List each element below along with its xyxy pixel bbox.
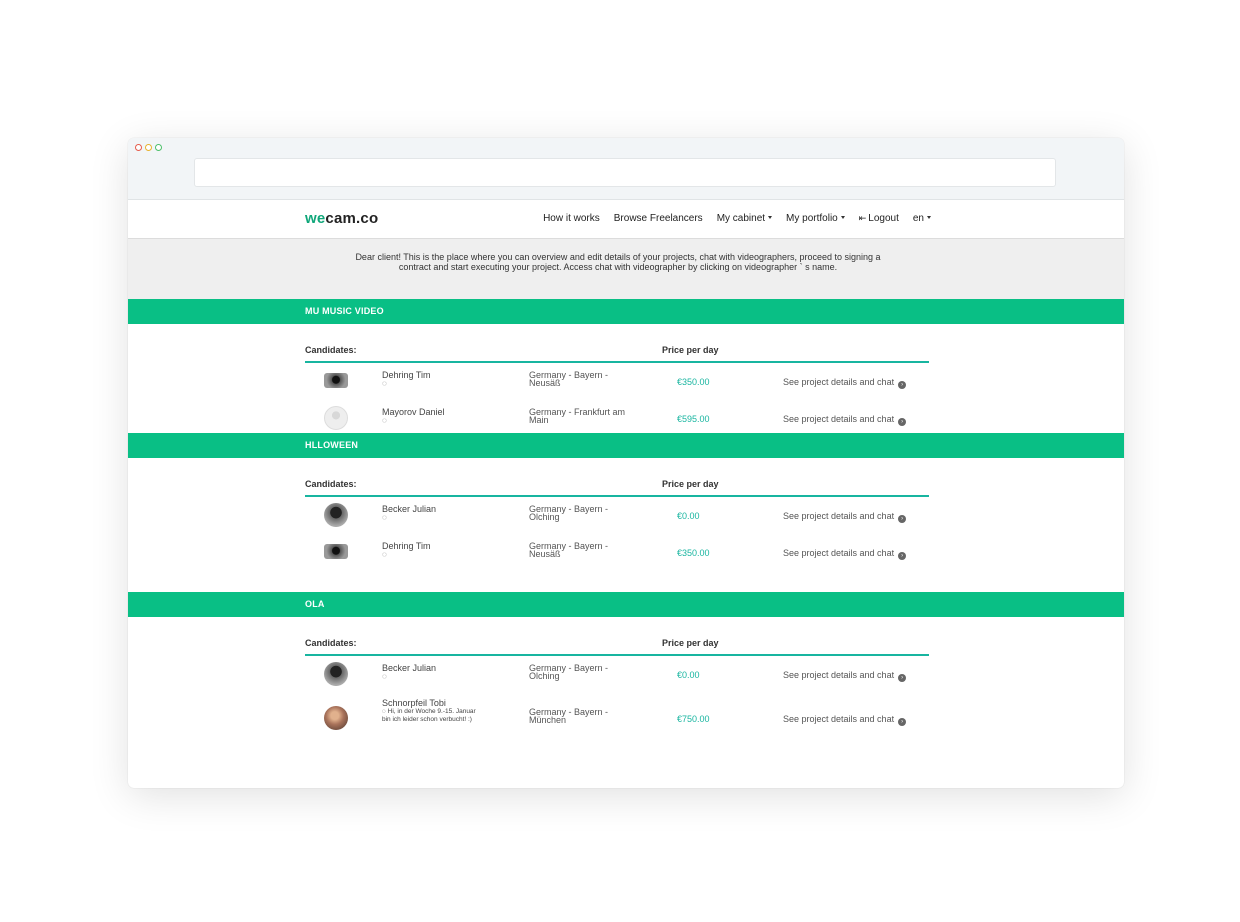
avatar[interactable] [324, 373, 348, 388]
project-title: OLA [128, 592, 1124, 617]
candidate-name[interactable]: Schnorpfeil Tobi ◌ Hi, in der Woche 9.-15… [382, 698, 502, 724]
details-link[interactable]: See project details and chat › [783, 670, 907, 682]
candidates-table: Candidates: Price per day Becker Julian ◌… [128, 458, 1124, 592]
chevron-down-icon [768, 216, 773, 219]
details-link[interactable]: See project details and chat › [783, 714, 907, 726]
table-row: Dehring Tim ◌ Germany - Bayern - Neusäß €… [305, 364, 929, 398]
candidate-location: Germany - Frankfurt am Main [529, 407, 626, 425]
header-candidates: Candidates: [305, 479, 357, 489]
candidate-price: €350.00 [677, 548, 710, 558]
chat-icon[interactable]: ◌ [382, 514, 502, 522]
table-header: Candidates: Price per day [305, 345, 929, 363]
browser-chrome [128, 138, 1124, 200]
project-section: HLLOWEEN Candidates: Price per day Becke… [128, 433, 1124, 592]
header-price: Price per day [662, 638, 719, 648]
intro-text: Dear client! This is the place where you… [355, 252, 881, 272]
details-link[interactable]: See project details and chat › [783, 414, 907, 426]
avatar[interactable] [324, 662, 348, 686]
nav-how-it-works[interactable]: How it works [543, 213, 600, 224]
table-row: Schnorpfeil Tobi ◌ Hi, in der Woche 9.-15… [305, 695, 929, 741]
project-title: MU MUSIC VIDEO [128, 299, 1124, 324]
project-title: HLLOWEEN [128, 433, 1124, 458]
avatar[interactable] [324, 406, 348, 430]
candidate-location: Germany - Bayern - München [529, 707, 609, 725]
project-section: MU MUSIC VIDEO Candidates: Price per day… [128, 299, 1124, 433]
site-navbar: wecam.co How it works Browse Freelancers… [128, 200, 1124, 239]
candidate-name[interactable]: Mayorov Daniel ◌ [382, 407, 502, 425]
nav-my-cabinet[interactable]: My cabinet [717, 213, 773, 224]
candidate-name[interactable]: Becker Julian ◌ [382, 504, 502, 522]
chat-message-preview[interactable]: ◌ Hi, in der Woche 9.-15. Januar bin ich… [382, 708, 482, 724]
avatar[interactable] [324, 544, 348, 559]
header-price: Price per day [662, 479, 719, 489]
table-row: Mayorov Daniel ◌ Germany - Frankfurt am M… [305, 401, 929, 435]
logout-icon: ⇤ [858, 213, 867, 223]
chat-icon[interactable]: ◌ [382, 380, 502, 388]
header-candidates: Candidates: [305, 345, 357, 355]
candidate-location: Germany - Bayern - Neusäß [529, 541, 609, 559]
candidate-price: €750.00 [677, 714, 710, 724]
chevron-right-icon: › [898, 718, 907, 726]
chevron-right-icon: › [898, 418, 907, 426]
candidate-name[interactable]: Dehring Tim ◌ [382, 541, 502, 559]
details-link[interactable]: See project details and chat › [783, 548, 907, 560]
intro-banner: Dear client! This is the place where you… [128, 239, 1124, 299]
site-logo[interactable]: wecam.co [305, 210, 378, 227]
header-price: Price per day [662, 345, 719, 355]
minimize-dot-icon[interactable] [145, 144, 152, 151]
candidate-location: Germany - Bayern - Olching [529, 663, 609, 681]
avatar[interactable] [324, 503, 348, 527]
close-dot-icon[interactable] [135, 144, 142, 151]
candidates-table: Candidates: Price per day Dehring Tim ◌ G… [128, 324, 1124, 433]
nav-browse-freelancers[interactable]: Browse Freelancers [614, 213, 703, 224]
table-row: Dehring Tim ◌ Germany - Bayern - Neusäß €… [305, 535, 929, 569]
candidate-name[interactable]: Dehring Tim ◌ [382, 370, 502, 388]
candidate-price: €0.00 [677, 511, 700, 521]
chevron-down-icon [840, 216, 845, 219]
table-header: Candidates: Price per day [305, 479, 929, 497]
table-header: Candidates: Price per day [305, 638, 929, 656]
chat-icon[interactable]: ◌ [382, 417, 502, 425]
candidate-location: Germany - Bayern - Neusäß [529, 370, 609, 388]
table-row: Becker Julian ◌ Germany - Bayern - Olchin… [305, 657, 929, 691]
candidate-price: €350.00 [677, 377, 710, 387]
address-bar[interactable] [194, 158, 1056, 187]
candidates-table: Candidates: Price per day Becker Julian ◌… [128, 617, 1124, 762]
chevron-right-icon: › [898, 381, 907, 389]
nav-my-portfolio[interactable]: My portfolio [786, 213, 845, 224]
chevron-right-icon: › [898, 674, 907, 682]
window-controls [135, 144, 162, 151]
chevron-right-icon: › [898, 515, 907, 523]
chevron-down-icon [927, 216, 931, 219]
nav-logout[interactable]: ⇤ Logout [859, 213, 899, 224]
chevron-right-icon: › [898, 552, 907, 560]
details-link[interactable]: See project details and chat › [783, 377, 907, 389]
candidate-location: Germany - Bayern - Olching [529, 504, 609, 522]
project-section: OLA Candidates: Price per day Becker Jul… [128, 592, 1124, 762]
candidate-price: €0.00 [677, 670, 700, 680]
candidate-price: €595.00 [677, 414, 710, 424]
main-menu: How it works Browse Freelancers My cabin… [543, 213, 931, 224]
header-candidates: Candidates: [305, 638, 357, 648]
browser-window: wecam.co How it works Browse Freelancers… [128, 138, 1124, 788]
nav-language[interactable]: en [913, 213, 931, 224]
chat-icon[interactable]: ◌ [382, 551, 502, 559]
chat-icon[interactable]: ◌ [382, 673, 502, 681]
avatar[interactable] [324, 706, 348, 730]
details-link[interactable]: See project details and chat › [783, 511, 907, 523]
maximize-dot-icon[interactable] [155, 144, 162, 151]
table-row: Becker Julian ◌ Germany - Bayern - Olchin… [305, 498, 929, 532]
candidate-name[interactable]: Becker Julian ◌ [382, 663, 502, 681]
